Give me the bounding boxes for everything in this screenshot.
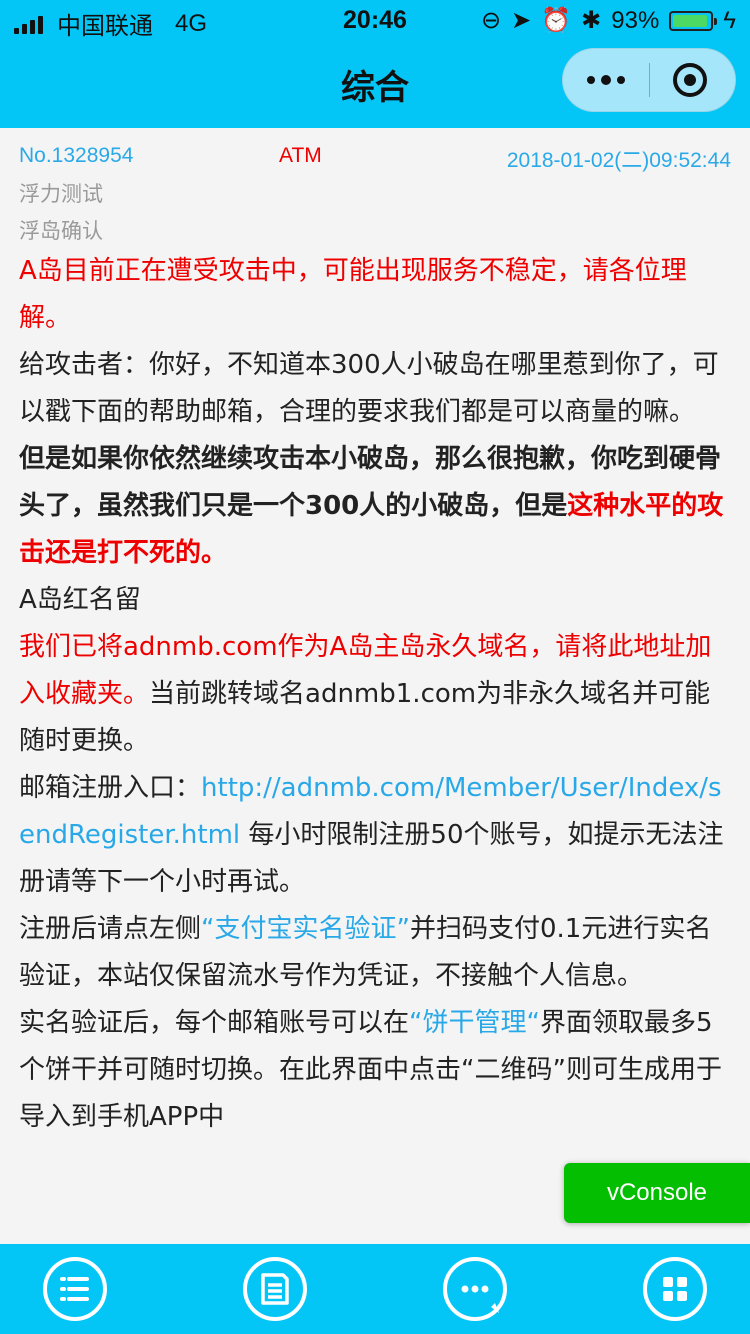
- attacker-paragraph: 给攻击者：你好，不知道本300人小破岛在哪里惹到你了，可以戳下面的帮助邮箱，合理…: [19, 350, 719, 427]
- chat-icon[interactable]: [443, 1257, 507, 1321]
- capsule-divider: [649, 63, 650, 97]
- verify-paragraph: 注册后请点左侧“支付宝实名验证”并扫码支付0.1元进行实名验证，本站仅保留流水号…: [19, 906, 731, 1000]
- nav-bar: 综合: [0, 40, 750, 128]
- post-meta: No.1328954 ATM 2018-01-02(二)09:52:44: [19, 144, 731, 172]
- battery-icon: [669, 10, 718, 31]
- warning-paragraph: 但是如果你依然继续攻击本小破岛，那么很抱歉，你吃到硬骨头了，虽然我们只是一个30…: [19, 436, 731, 577]
- cookie-prefix: 实名验证后，每个邮箱账号可以在: [19, 1008, 410, 1038]
- bluetooth-icon: ✱: [581, 7, 602, 34]
- register-paragraph: 邮箱注册入口：http://adnmb.com/Member/User/Inde…: [19, 765, 731, 906]
- orientation-lock-icon: ⊖: [481, 7, 502, 34]
- bottom-tab-bar: [0, 1244, 750, 1334]
- more-dots-icon: [587, 76, 595, 84]
- battery-percent: 93%: [611, 6, 660, 34]
- post-content: No.1328954 ATM 2018-01-02(二)09:52:44 浮力测…: [0, 128, 750, 1244]
- alarm-icon: ⏰: [541, 7, 572, 34]
- location-icon: ➤: [511, 7, 532, 34]
- mini-program-capsule: [562, 48, 736, 112]
- list-icon[interactable]: [43, 1257, 107, 1321]
- alipay-verify-link[interactable]: “支付宝实名验证”: [201, 914, 410, 944]
- signature: A岛红名留: [19, 585, 141, 615]
- post-datetime: 2018-01-02(二)09:52:44: [506, 149, 731, 172]
- more-button[interactable]: [563, 49, 649, 111]
- post-body: A岛目前正在遭受攻击中，可能出现服务不稳定，请各位理解。 给攻击者：你好，不知道…: [19, 248, 731, 1141]
- verify-prefix: 注册后请点左侧: [19, 914, 202, 944]
- cookie-manage-link[interactable]: “饼干管理“: [409, 1008, 540, 1038]
- post-subtitle: 浮力测试: [19, 182, 103, 206]
- charging-icon: ϟ: [723, 6, 736, 34]
- domain-paragraph: 我们已将adnmb.com作为A岛主岛永久域名，请将此地址加入收藏夹。当前跳转域…: [19, 624, 731, 765]
- status-bar: 中国联通 4G 20:46 ⊖ ➤ ⏰ ✱ 93% ϟ: [0, 0, 750, 40]
- document-icon[interactable]: [243, 1257, 307, 1321]
- notice-paragraph: A岛目前正在遭受攻击中，可能出现服务不稳定，请各位理解。: [19, 256, 687, 333]
- status-right: ⊖ ➤ ⏰ ✱ 93% ϟ: [481, 6, 736, 35]
- grid-icon[interactable]: [643, 1257, 707, 1321]
- vconsole-button[interactable]: vConsole: [564, 1163, 750, 1223]
- post-uid: ATM: [279, 144, 322, 167]
- post-number[interactable]: No.1328954: [19, 144, 133, 168]
- cookie-paragraph: 实名验证后，每个邮箱账号可以在“饼干管理“界面领取最多5个饼干并可随时切换。在此…: [19, 1000, 731, 1141]
- post-subtitle-2: 浮岛确认: [19, 219, 103, 243]
- close-button[interactable]: [673, 63, 707, 97]
- register-prefix: 邮箱注册入口：: [19, 773, 202, 803]
